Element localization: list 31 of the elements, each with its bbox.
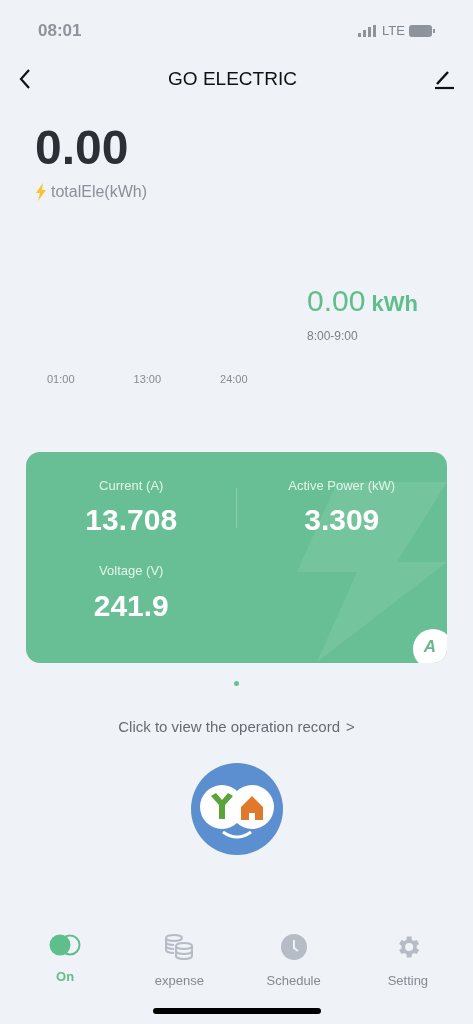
clock-icon — [279, 932, 308, 961]
metric-value: 241.9 — [93, 590, 169, 621]
metric-label: Voltage (V) — [99, 562, 164, 580]
metric-label: Active Power (kW) — [288, 476, 396, 495]
operation-record-link[interactable]: Click to view the operation record > — [118, 715, 355, 738]
total-value: 0.00 — [35, 124, 130, 172]
metric-label: Current (A) — [99, 476, 164, 495]
battery-icon — [409, 25, 435, 37]
lightning-icon — [35, 183, 47, 201]
phase-badge: A — [413, 628, 447, 663]
back-icon[interactable] — [18, 68, 32, 90]
tab[interactable]: Schedule — [248, 932, 339, 990]
axis-label: 01:00 — [47, 372, 75, 387]
usage-period: 8:00-9:00 — [307, 328, 358, 345]
tab[interactable]: On — [20, 932, 111, 990]
metric-value: 13.708 — [85, 505, 178, 535]
toggle-icon — [48, 932, 83, 957]
coins-icon — [163, 932, 196, 961]
tab[interactable]: expense — [134, 932, 225, 990]
axis-label: 24:00 — [220, 372, 248, 387]
usage-unit: kWh — [371, 290, 418, 318]
axis-label: 13:00 — [133, 372, 162, 387]
logo-icon[interactable] — [189, 762, 284, 856]
total-label: totalEle(kWh) — [51, 182, 148, 202]
tab[interactable]: Setting — [362, 932, 453, 990]
status-time: 08:01 — [38, 20, 82, 43]
network-label: LTE — [382, 22, 405, 41]
usage-value: 0.00 — [307, 283, 366, 319]
metric-value: 3.309 — [304, 505, 380, 535]
signal-icon — [358, 25, 379, 37]
page-title: GO ELECTRIC — [168, 66, 297, 91]
